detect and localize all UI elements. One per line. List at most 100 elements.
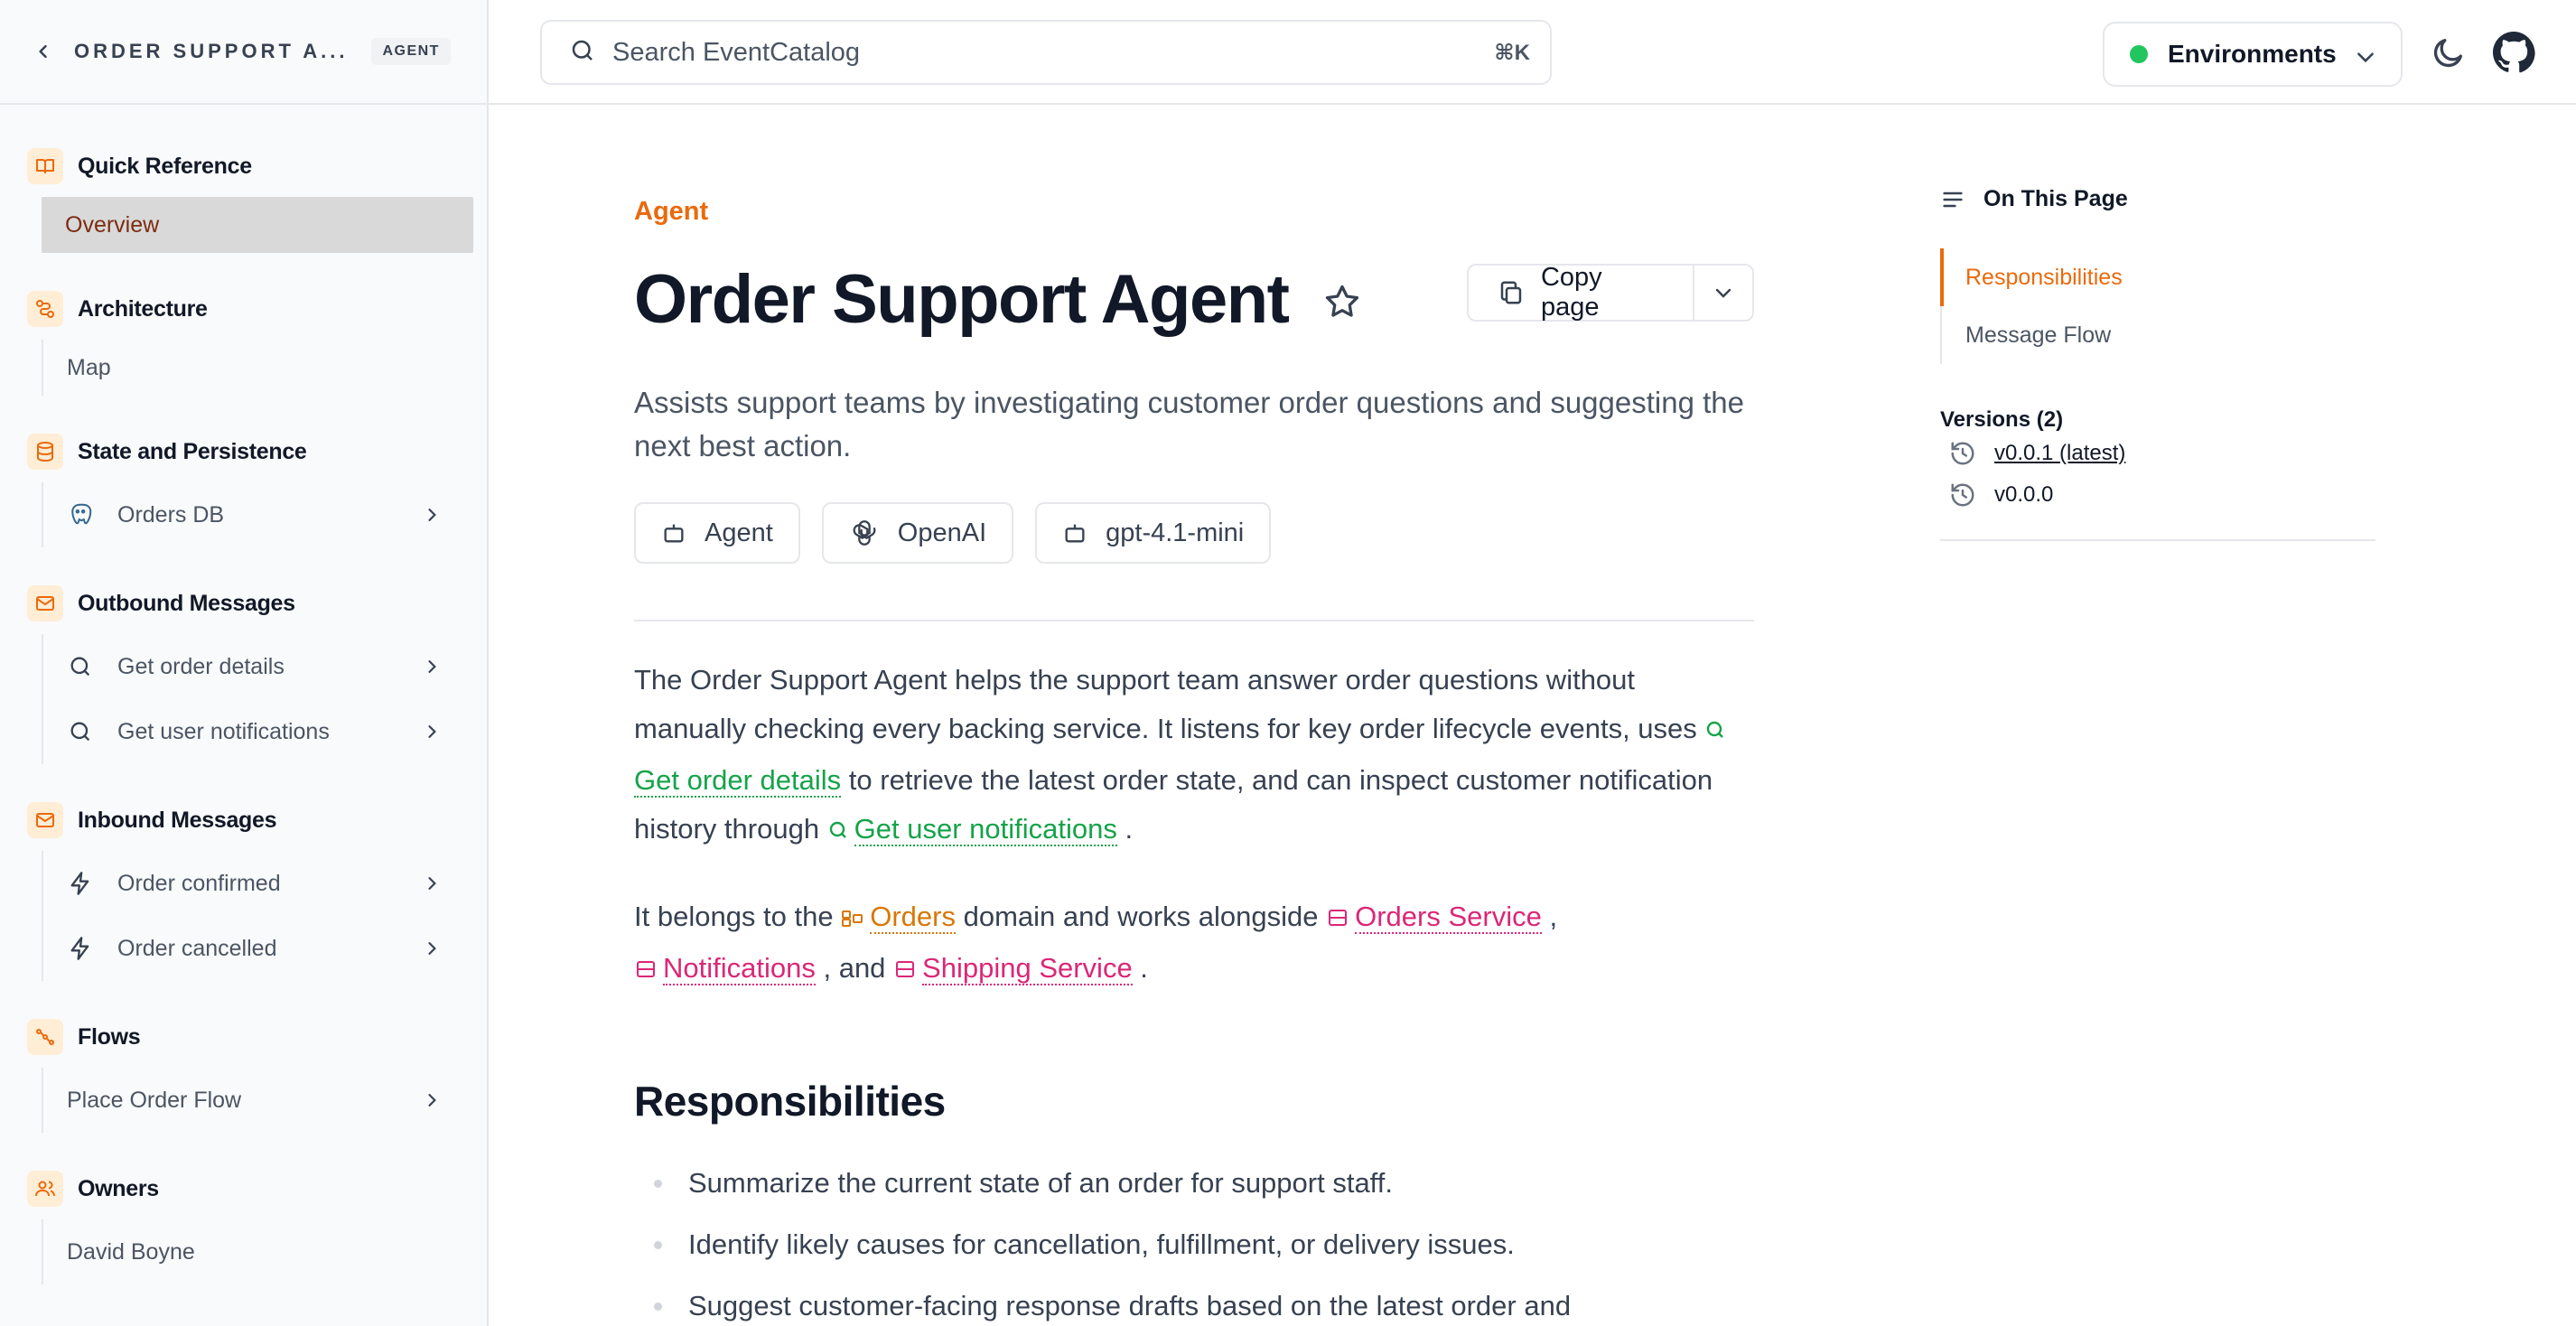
text-run: , and [815,952,894,984]
sidebar-item-label: Get order details [117,653,285,679]
sidebar-item-get-order-details[interactable]: Get order details [43,634,475,699]
copy-options-button[interactable] [1694,266,1752,320]
sidebar-item-map[interactable]: Map [43,340,475,396]
sidebar-item-overview[interactable]: Overview [42,197,473,253]
copy-icon [1500,281,1522,304]
sidebar-group-architecture: Architecture Map [0,287,487,396]
chevron-right-icon [423,657,443,677]
status-dot-icon [2130,45,2148,63]
star-icon[interactable] [1322,282,1362,322]
toc-item-responsibilities[interactable]: Responsibilities [1940,248,2375,306]
sidebar-item-order-cancelled[interactable]: Order cancelled [43,916,475,981]
lightning-icon [67,935,94,962]
sidebar-group-label: Outbound Messages [78,590,295,616]
chevron-right-icon [423,873,443,893]
sidebar-group-label: Architecture [78,295,208,322]
list-item: Identify likely causes for cancellation,… [634,1227,1754,1263]
sidebar-item-get-user-notifications[interactable]: Get user notifications [43,699,475,764]
sidebar: ORDER SUPPORT A... AGENT Quick Reference… [0,0,489,1326]
sidebar-group-label: Quick Reference [78,153,252,179]
sidebar-item-label: Orders DB [117,501,225,528]
sidebar-item-order-confirmed[interactable]: Order confirmed [43,851,475,916]
search-icon [67,718,94,745]
link-orders-domain[interactable]: Orders [870,901,956,934]
version-item[interactable]: v0.0.0 [1940,474,2375,516]
postgres-icon [67,501,94,528]
sidebar-item-label: Order cancelled [117,935,277,961]
github-icon[interactable] [2492,31,2535,74]
sidebar-item-place-order-flow[interactable]: Place Order Flow [43,1068,475,1133]
sidebar-badge: AGENT [371,38,451,65]
link-get-order-details[interactable]: Get order details [634,764,842,798]
topbar: ⌘K Environments [489,0,2576,105]
link-get-user-notifications[interactable]: Get user notifications [854,813,1117,846]
text-run: domain and works alongside [955,901,1327,932]
badge-label: OpenAI [897,518,987,547]
back-chevron-icon[interactable] [31,39,56,64]
badge-model[interactable]: gpt-4.1-mini [1035,502,1272,564]
link-notifications-service[interactable]: Notifications [663,952,816,985]
badge-agent[interactable]: Agent [634,502,800,564]
service-icon [634,947,658,995]
list-icon [1943,191,1963,207]
main-content: Agent Order Support Agent Copy page Assi… [634,105,1754,1326]
history-icon [1951,483,1974,507]
sidebar-group-label: State and Persistence [78,438,307,464]
users-icon [27,1171,63,1207]
environments-label: Environments [2168,40,2337,68]
sidebar-group-flows: Flows Place Order Flow [0,1015,487,1133]
sidebar-group-inbound: Inbound Messages Order confirmed Order c… [0,798,487,981]
text-run: . [1116,813,1134,845]
sidebar-item-orders-db[interactable]: Orders DB [43,482,475,547]
chevron-down-icon [1715,288,1731,298]
search-box[interactable]: ⌘K [540,20,1552,85]
copy-page-button[interactable]: Copy page [1469,263,1695,322]
service-icon [1326,895,1349,944]
responsibilities-heading: Responsibilities [634,1078,946,1125]
sidebar-title: ORDER SUPPORT A... [74,40,349,62]
text-run: , [1541,901,1558,932]
service-icon [893,947,917,995]
toc-item-message-flow[interactable]: Message Flow [1942,306,2375,364]
chevron-right-icon [423,722,443,742]
database-icon [27,434,63,470]
search-icon [1704,707,1726,756]
badge-openai[interactable]: OpenAI [821,502,1014,564]
sidebar-item-label: Order confirmed [117,870,281,896]
search-shortcut: ⌘K [1494,40,1530,65]
badge-list: Agent OpenAI gpt-4.1-mini [634,502,1754,564]
page-kicker: Agent [634,197,709,226]
text-run: It belongs to the [634,901,842,932]
link-shipping-service[interactable]: Shipping Service [922,952,1133,985]
chevron-right-icon [423,1090,443,1110]
version-item-latest[interactable]: v0.0.1 (latest) [1940,433,2375,474]
moon-icon[interactable] [2431,34,2467,70]
search-input[interactable] [612,37,1425,68]
text-run: The Order Support Agent helps the suppor… [634,664,1705,744]
history-icon [1951,442,1974,465]
sidebar-item-label: Get user notifications [117,718,330,744]
sidebar-group-outbound: Outbound Messages Get order details Get … [0,582,487,764]
chevron-down-icon [2354,45,2377,73]
search-icon [827,808,849,856]
sidebar-item-label: Place Order Flow [67,1087,242,1113]
link-orders-service[interactable]: Orders Service [1355,901,1542,934]
mail-icon [27,585,63,621]
chevron-right-icon [423,938,443,958]
toc-heading: On This Page [1940,186,2375,212]
version-label: v0.0.1 (latest) [1994,441,2126,465]
sidebar-group-state: State and Persistence Orders DB [0,430,487,547]
environments-dropdown[interactable]: Environments [2103,22,2403,87]
flow-icon [27,1019,63,1055]
versions-heading: Versions (2) [1940,407,2064,432]
search-icon [67,653,94,680]
responsibilities-list: Summarize the current state of an order … [634,1165,1754,1324]
sidebar-group-label: Flows [78,1023,141,1050]
text-run: . [1132,952,1148,984]
copy-page-label: Copy page [1540,263,1602,322]
sidebar-item-owner[interactable]: David Boyne [43,1219,475,1284]
openai-icon [853,520,876,546]
sidebar-header: ORDER SUPPORT A... AGENT [0,0,487,105]
toc-list: Responsibilities Message Flow [1940,248,2375,364]
sidebar-item-label: David Boyne [67,1238,195,1265]
